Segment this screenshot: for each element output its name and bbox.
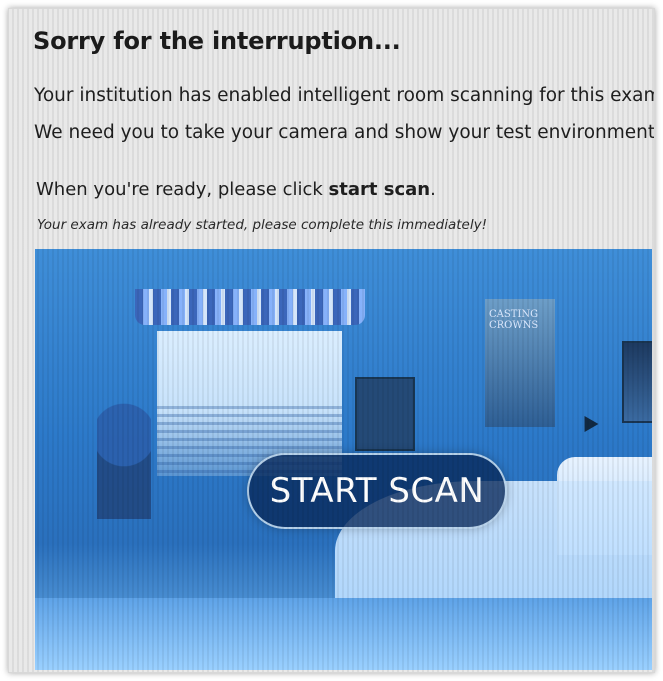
dialog-title: Sorry for the interruption... <box>33 27 401 55</box>
room-curtain <box>135 289 365 325</box>
dialog-message-1: Your institution has enabled intelligent… <box>34 85 655 106</box>
ready-instruction: When you're ready, please click start sc… <box>36 179 436 200</box>
room-poster <box>355 377 415 451</box>
mouse-cursor-icon <box>577 411 599 433</box>
camera-preview: CASTING CROWNS START SCAN <box>35 249 652 670</box>
ready-prefix: When you're ready, please click <box>36 179 329 200</box>
room-poster-right <box>622 341 652 423</box>
poster-text: CASTING CROWNS <box>489 309 539 331</box>
exam-started-warning: Your exam has already started, please co… <box>37 217 487 233</box>
room-poster-casting-crowns: CASTING CROWNS <box>485 299 555 427</box>
room-floor <box>35 598 652 670</box>
ready-suffix: . <box>430 179 436 200</box>
start-scan-label: START SCAN <box>269 471 485 511</box>
start-scan-button[interactable]: START SCAN <box>247 453 507 529</box>
room-decoration <box>97 399 151 519</box>
ready-bold: start scan <box>328 179 431 200</box>
dialog-message-2: We need you to take your camera and show… <box>34 122 655 143</box>
proctoring-dialog: Sorry for the interruption... Your insti… <box>8 8 655 673</box>
